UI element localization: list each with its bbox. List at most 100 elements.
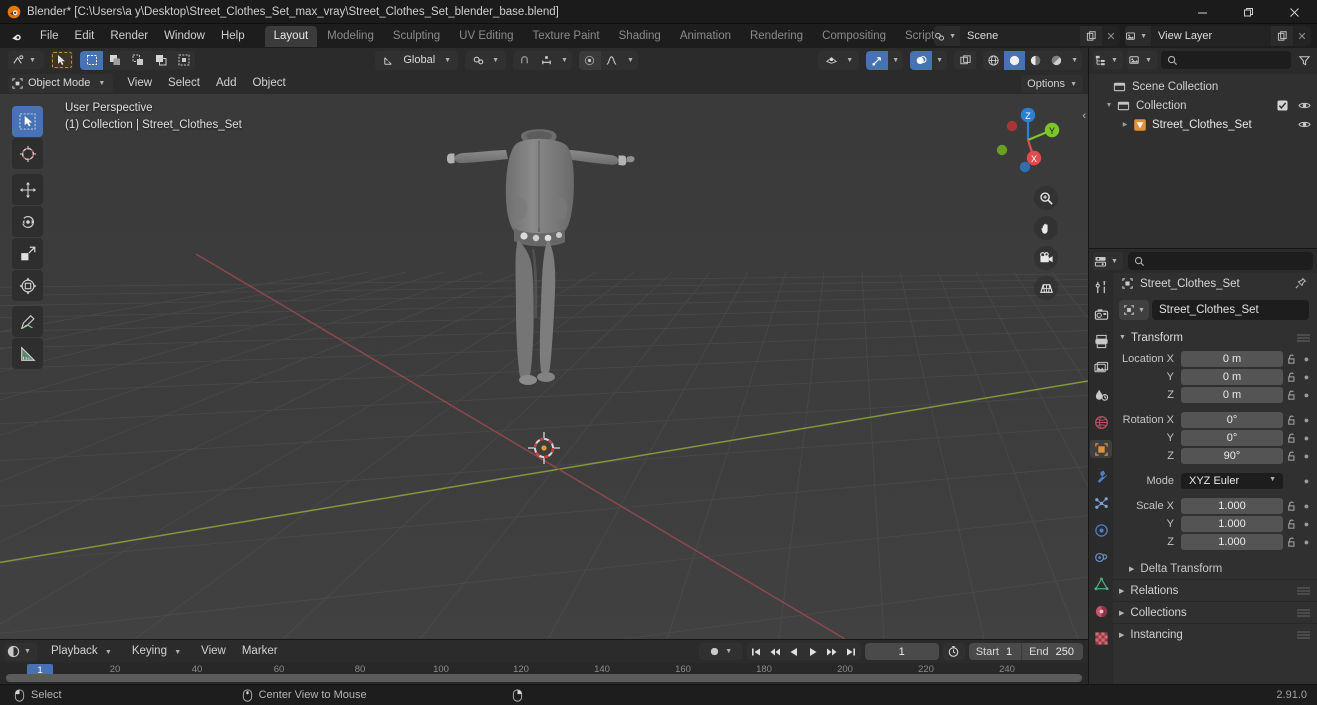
- workspace-tab-shading[interactable]: Shading: [610, 26, 670, 47]
- scene-selector[interactable]: ▼ Scene ✕: [934, 26, 1120, 46]
- outliner-filter-icon[interactable]: [1295, 51, 1313, 69]
- snap-target-icon[interactable]: [535, 51, 557, 70]
- view-layer-tab[interactable]: [1090, 359, 1112, 377]
- menu-window[interactable]: Window: [156, 24, 213, 48]
- new-scene-button[interactable]: [1080, 26, 1102, 46]
- lock-icon[interactable]: [1283, 414, 1300, 426]
- navigation-gizmo[interactable]: Z Y X: [990, 102, 1066, 178]
- remove-viewlayer-button[interactable]: ✕: [1293, 26, 1311, 46]
- minimize-button[interactable]: [1179, 0, 1225, 24]
- tool-scale[interactable]: [12, 238, 43, 269]
- field-scale-z[interactable]: Z 1.000 ●: [1113, 533, 1317, 550]
- expand-triangle-icon[interactable]: ▼: [1103, 102, 1115, 109]
- visibility-selector[interactable]: ▼: [818, 50, 860, 70]
- animate-property-dot[interactable]: ●: [1300, 390, 1313, 400]
- field-value[interactable]: 90°: [1181, 447, 1283, 464]
- select-box-icon[interactable]: [80, 50, 103, 70]
- field-location-x[interactable]: Location X 0 m ●: [1113, 350, 1317, 367]
- properties-search-input[interactable]: [1128, 252, 1313, 270]
- select-subtract-icon[interactable]: [126, 51, 149, 70]
- tool-measure[interactable]: [12, 338, 43, 369]
- modifier-tab[interactable]: [1090, 467, 1112, 485]
- scene-tab[interactable]: [1090, 386, 1112, 404]
- use-preview-range-icon[interactable]: [942, 643, 965, 660]
- jump-to-start-button[interactable]: [747, 643, 766, 660]
- animate-property-dot[interactable]: ●: [1300, 476, 1313, 486]
- workspace-tab-texture-paint[interactable]: Texture Paint: [524, 26, 609, 47]
- rotation-mode-dropdown[interactable]: XYZ Euler ▼: [1181, 472, 1283, 489]
- viewport-menu-select[interactable]: Select: [160, 74, 208, 93]
- wireframe-shading-icon[interactable]: [983, 51, 1004, 70]
- transform-panel-header[interactable]: ▼ Transform: [1113, 327, 1317, 348]
- timeline-menu-playback[interactable]: Playback ▼: [43, 642, 124, 661]
- object-tab[interactable]: [1090, 440, 1112, 458]
- tool-tweak-select[interactable]: [12, 106, 43, 137]
- object-name-input[interactable]: Street_Clothes_Set: [1152, 300, 1309, 320]
- select-intersect-icon[interactable]: [172, 51, 195, 70]
- tool-rotate[interactable]: [12, 206, 43, 237]
- world-tab[interactable]: [1090, 413, 1112, 431]
- material-preview-shading-icon[interactable]: [1025, 51, 1046, 70]
- lock-icon[interactable]: [1283, 432, 1300, 444]
- animate-property-dot[interactable]: ●: [1300, 519, 1313, 529]
- timeline-body[interactable]: 20 40 60 80 100 120 140 160 180 200 220 …: [0, 663, 1088, 684]
- timeline-horizontal-scrollbar[interactable]: [6, 674, 1082, 682]
- output-tab[interactable]: [1090, 332, 1112, 350]
- tool-transform[interactable]: [12, 270, 43, 301]
- viewlayer-selector[interactable]: ▼ View Layer ✕: [1125, 26, 1311, 46]
- end-frame-value[interactable]: 250: [1056, 646, 1083, 658]
- workspace-tab-modeling[interactable]: Modeling: [318, 26, 383, 47]
- workspace-tab-animation[interactable]: Animation: [671, 26, 740, 47]
- pin-icon[interactable]: [1294, 277, 1307, 290]
- animate-property-dot[interactable]: ●: [1300, 433, 1313, 443]
- field-scale-x[interactable]: Scale X 1.000 ●: [1113, 497, 1317, 514]
- field-value[interactable]: 0 m: [1181, 350, 1283, 367]
- collections-panel[interactable]: ▶ Collections: [1113, 601, 1317, 623]
- outliner-row-collection[interactable]: ▼ Collection: [1089, 96, 1317, 115]
- maximize-button[interactable]: [1225, 0, 1271, 24]
- tool-tab[interactable]: [1090, 278, 1112, 296]
- select-difference-icon[interactable]: [149, 51, 172, 70]
- falloff-curve-icon[interactable]: [601, 51, 623, 70]
- workspace-tab-compositing[interactable]: Compositing: [813, 26, 895, 47]
- field-rotation-x[interactable]: Rotation X 0° ●: [1113, 411, 1317, 428]
- pivot-point-selector[interactable]: ▼: [465, 50, 507, 70]
- scene-name[interactable]: Scene: [960, 26, 1080, 46]
- lock-icon[interactable]: [1283, 389, 1300, 401]
- viewport-menu-object[interactable]: Object: [244, 74, 293, 93]
- texture-tab[interactable]: [1090, 629, 1112, 647]
- workspace-tab-sculpting[interactable]: Sculpting: [384, 26, 449, 47]
- properties-editor-type-button[interactable]: ▼: [1093, 252, 1123, 270]
- checkbox-enabled[interactable]: [1277, 100, 1288, 111]
- field-value[interactable]: 0 m: [1181, 386, 1283, 403]
- field-location-y[interactable]: Y 0 m ●: [1113, 368, 1317, 385]
- previous-keyframe-button[interactable]: [766, 643, 785, 660]
- options-button[interactable]: Options ▼: [1021, 75, 1083, 93]
- lock-icon[interactable]: [1283, 500, 1300, 512]
- view-layer-name[interactable]: View Layer: [1151, 26, 1271, 46]
- sidebar-toggle-arrow-icon[interactable]: ‹: [1082, 110, 1086, 122]
- timeline-editor-type-button[interactable]: ▼: [5, 642, 37, 661]
- workspace-tab-layout[interactable]: Layout: [264, 25, 318, 47]
- xray-toggle-icon[interactable]: [954, 51, 977, 69]
- field-value[interactable]: 0°: [1181, 429, 1283, 446]
- menu-help[interactable]: Help: [213, 24, 253, 48]
- instancing-panel[interactable]: ▶ Instancing: [1113, 623, 1317, 645]
- lock-icon[interactable]: [1283, 536, 1300, 548]
- solid-shading-icon[interactable]: [1004, 50, 1026, 70]
- field-rotation-z[interactable]: Z 90° ●: [1113, 447, 1317, 464]
- play-button[interactable]: [804, 643, 823, 660]
- lock-icon[interactable]: [1283, 450, 1300, 462]
- start-frame-value[interactable]: 1: [1006, 646, 1021, 658]
- next-keyframe-button[interactable]: [823, 643, 842, 660]
- expand-triangle-icon[interactable]: ▶: [1119, 121, 1131, 128]
- jump-to-end-button[interactable]: [842, 643, 861, 660]
- mannequin-model[interactable]: [444, 128, 644, 428]
- outliner-editor-type-button[interactable]: ▼: [1093, 51, 1123, 69]
- workspace-tab-uv-editing[interactable]: UV Editing: [450, 26, 522, 47]
- new-viewlayer-button[interactable]: [1271, 26, 1293, 46]
- camera-view-icon[interactable]: [1034, 246, 1058, 270]
- blender-menu-icon[interactable]: [9, 29, 24, 44]
- show-gizmo-icon[interactable]: [866, 50, 889, 70]
- menu-file[interactable]: File: [32, 24, 67, 48]
